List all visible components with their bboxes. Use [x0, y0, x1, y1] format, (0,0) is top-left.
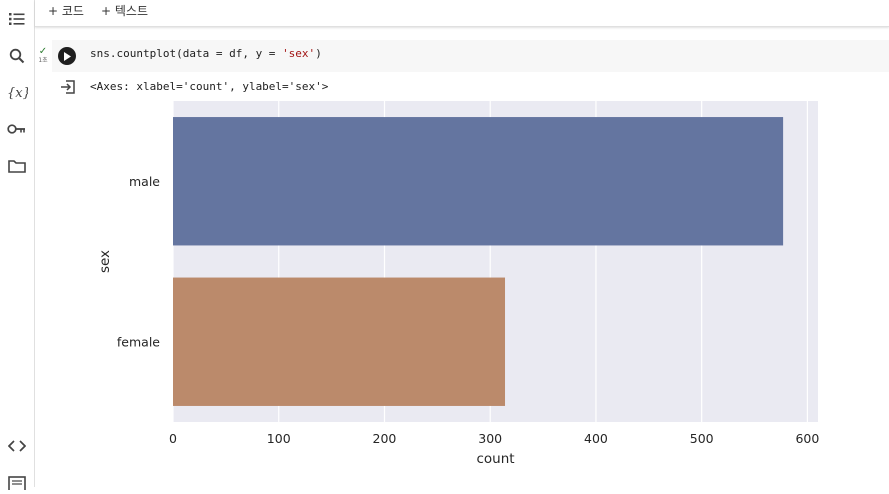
x-tick-label: 0	[169, 431, 177, 446]
y-tick-label: female	[117, 334, 160, 349]
x-tick-label: 100	[267, 431, 291, 446]
x-tick-label: 500	[690, 431, 714, 446]
bar-female	[173, 277, 506, 406]
x-tick-label: 200	[373, 431, 397, 446]
x-tick-label: 300	[478, 431, 502, 446]
bar-male	[173, 117, 784, 246]
y-axis-label: sex	[97, 250, 113, 273]
x-tick-label: 400	[584, 431, 608, 446]
countplot-chart: male female 0 100 200 300 400 500 600 count sex	[97, 101, 819, 467]
x-axis-label: count	[476, 451, 514, 467]
x-tick-label: 600	[795, 431, 819, 446]
y-tick-label: male	[129, 174, 160, 189]
